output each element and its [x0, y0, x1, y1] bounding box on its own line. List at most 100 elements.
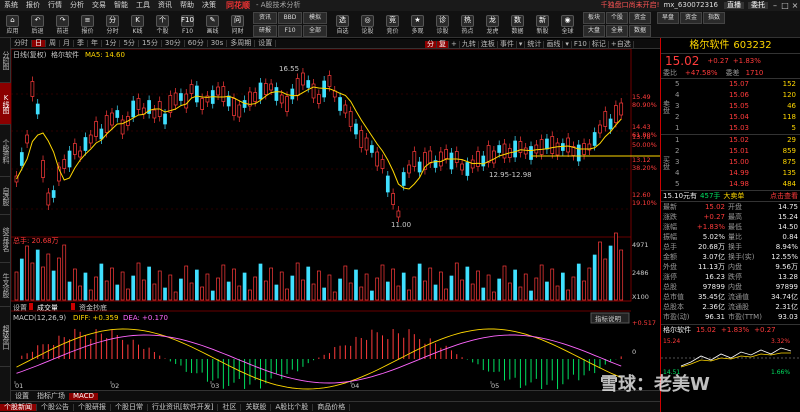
toolbar-button-18[interactable]: 新新股 [530, 11, 555, 37]
chart-tool-1[interactable]: 复 [437, 40, 449, 48]
period-1[interactable]: 日 [32, 40, 46, 47]
toolbar-small-button[interactable]: 资讯 [253, 12, 277, 24]
toolbar-button-17[interactable]: 数数据 [505, 11, 530, 37]
period-12[interactable]: 多周期 [227, 40, 256, 47]
period-8[interactable]: 15分 [139, 40, 162, 47]
chart-tool-10[interactable]: F10 [572, 40, 590, 48]
minimize-icon[interactable]: – [770, 1, 780, 10]
toolbar-button-7[interactable]: F10 F10 [175, 11, 200, 37]
menu-item-smart[interactable]: 智能 [110, 2, 132, 9]
left-tab-4[interactable]: 综合排名 [0, 215, 11, 263]
toolbar-button-6[interactable]: 个个股 [150, 11, 175, 37]
left-tab-3[interactable]: 自选股 [0, 177, 11, 215]
subtab-settings[interactable]: 设置 [11, 392, 33, 400]
toolbar-button-13[interactable]: ★ 多观 [405, 11, 430, 37]
chart-tool-12[interactable]: +自选 [609, 40, 634, 48]
period-0[interactable]: 分时 [11, 40, 32, 47]
toolbar-small-button[interactable]: 指数 [703, 12, 725, 24]
toolbar-button-4[interactable]: 分分时 [100, 11, 125, 37]
kline-chart[interactable]: 日线(复权) 格尔软件 MA5: 14.6015.4914.4313.7813.12… [11, 49, 660, 390]
toolbar-small-button[interactable]: 全部 [303, 25, 327, 37]
chart-tool-9[interactable]: ▾ [563, 40, 572, 48]
chart-tool-0[interactable]: 分 [425, 40, 437, 48]
news-tab-5[interactable]: 社区 [218, 403, 242, 411]
news-tab-8[interactable]: 商品价格 [313, 403, 351, 411]
toolbar-button-15[interactable]: 热热点 [455, 11, 480, 37]
left-tab-6[interactable]: 超级盘口 [0, 307, 11, 367]
toolbar-button-3[interactable]: ≡ 报价 [75, 11, 100, 37]
toolbar-button-12[interactable]: 竞竞价 [380, 11, 405, 37]
toolbar-extra-button[interactable]: 个股 [606, 12, 628, 24]
period-3[interactable]: 月 [60, 40, 74, 47]
toolbar-extra-button[interactable]: 资金 [629, 12, 651, 24]
period-5[interactable]: 年 [88, 40, 102, 47]
left-tab-0[interactable]: 分时图 [0, 38, 11, 83]
menu-item-decision[interactable]: 决策 [198, 2, 220, 9]
left-tab-5[interactable]: 牛叉诊股 [0, 263, 11, 307]
account-name[interactable]: mx_630072316 [663, 2, 718, 9]
news-tab-6[interactable]: 关联股 [241, 403, 272, 411]
menu-item-news[interactable]: 资讯 [154, 2, 176, 9]
news-tab-1[interactable]: 个股公告 [37, 403, 74, 411]
toolbar-button-1[interactable]: ↶ 后退 [25, 11, 50, 37]
menu-item-system[interactable]: 系统 [0, 2, 22, 9]
promo-text[interactable]: 千独盘口尚未开启! [601, 2, 660, 9]
chart-tool-6[interactable]: ▾ [517, 40, 526, 48]
toolbar-button-11[interactable]: ◎ 论股 [355, 11, 380, 37]
live-button[interactable]: 直播 [724, 2, 744, 9]
period-4[interactable]: 季 [74, 40, 88, 47]
toolbar-extra-button[interactable]: 全景 [606, 25, 628, 37]
period-7[interactable]: 5分 [120, 40, 139, 47]
toolbar-button-8[interactable]: ✎ 画线 [200, 11, 225, 37]
period-10[interactable]: 60分 [185, 40, 208, 47]
left-tab-2[interactable]: 个股资料 [0, 125, 11, 177]
delegate-button[interactable]: 委托 [748, 2, 768, 9]
menu-item-trade[interactable]: 交易 [88, 2, 110, 9]
toolbar-button-5[interactable]: K K线 [125, 11, 150, 37]
news-tab-0[interactable]: 个股新闻 [0, 403, 37, 411]
view-button[interactable]: 点击查看 [770, 192, 798, 200]
toolbar-button-19[interactable]: ◉ 全球 [555, 11, 580, 37]
mini-intraday-chart[interactable]: 15.24 14.51 3.32% 1.66% [661, 336, 800, 376]
toolbar-small-button[interactable]: F10 [278, 25, 302, 37]
news-tab-2[interactable]: 个股研报 [74, 403, 111, 411]
toolbar-extra-button[interactable]: 板块 [583, 12, 605, 24]
chart-tool-5[interactable]: 事件 [498, 40, 517, 48]
period-9[interactable]: 30分 [162, 40, 185, 47]
news-tab-3[interactable]: 个股日常 [111, 403, 148, 411]
toolbar-small-button[interactable]: 模拟 [303, 12, 327, 24]
menu-item-analysis[interactable]: 分析 [66, 2, 88, 9]
menu-item-market[interactable]: 行情 [44, 2, 66, 9]
subtab-macd[interactable]: MACD [69, 392, 98, 400]
menu-item-quote[interactable]: 报价 [22, 2, 44, 9]
maximize-icon[interactable]: □ [780, 1, 790, 10]
news-tab-4[interactable]: 行业资讯[软件开发] [148, 403, 219, 411]
chart-tool-11[interactable]: 标记 [590, 40, 609, 48]
period-2[interactable]: 周 [46, 40, 60, 47]
toolbar-button-2[interactable]: ↷ 前进 [50, 11, 75, 37]
chart-tool-4[interactable]: 连板 [479, 40, 498, 48]
chart-tool-7[interactable]: 统计 [525, 40, 545, 48]
toolbar-small-button[interactable]: BBD [278, 12, 302, 24]
toolbar-small-button[interactable]: 研报 [253, 25, 277, 37]
toolbar-small-button[interactable]: 资金 [680, 12, 702, 24]
toolbar-button-0[interactable]: ⌂ 应用 [0, 11, 25, 37]
toolbar-button-16[interactable]: 龙龙虎 [480, 11, 505, 37]
period-11[interactable]: 30s [208, 40, 228, 47]
news-tab-7[interactable]: A股比个股 [271, 403, 314, 411]
toolbar-button-10[interactable]: 选自选 [330, 11, 355, 37]
chart-tool-2[interactable]: + [449, 40, 460, 48]
period-6[interactable]: 1分 [102, 40, 121, 47]
toolbar-extra-button[interactable]: 数据 [629, 25, 651, 37]
chart-tool-8[interactable]: 画线 [544, 40, 564, 48]
menu-item-help[interactable]: 帮助 [176, 2, 198, 9]
chart-tool-3[interactable]: 九转 [460, 40, 479, 48]
toolbar-extra-button[interactable]: 大盘 [583, 25, 605, 37]
close-icon[interactable]: × [790, 1, 800, 10]
toolbar-button-9[interactable]: 问问财 [225, 11, 250, 37]
toolbar-button-14[interactable]: 诊诊股 [430, 11, 455, 37]
period-13[interactable]: 设置 [255, 40, 277, 47]
subtab-indicator-square[interactable]: 指标广场 [33, 392, 69, 400]
toolbar-small-button[interactable]: 早盘 [657, 12, 679, 24]
menu-item-tools[interactable]: 工具 [132, 2, 154, 9]
